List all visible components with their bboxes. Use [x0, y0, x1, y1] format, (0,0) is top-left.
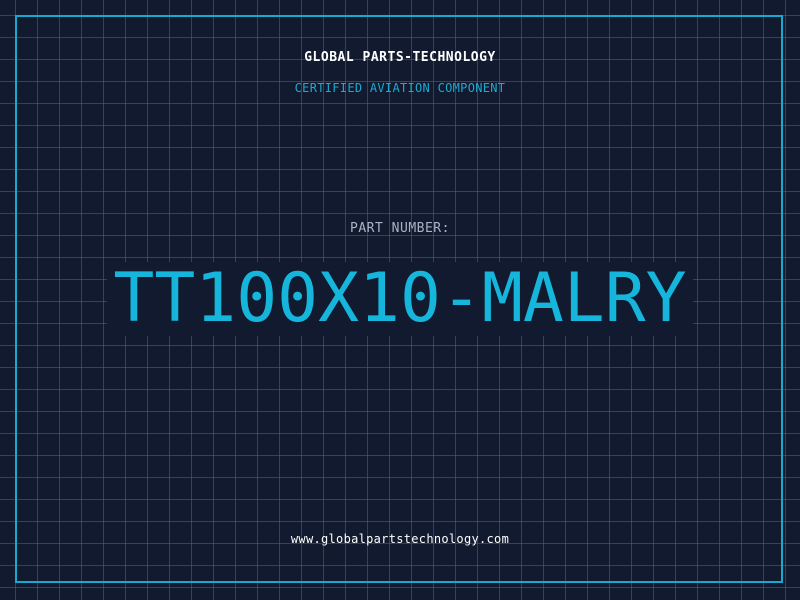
part-number-value: TT100X10-MALRY: [107, 262, 693, 336]
part-number-label: PART NUMBER:: [350, 221, 450, 236]
part-number-container: TT100X10-MALRY: [0, 262, 800, 336]
label-canvas: GLOBAL PARTS-TECHNOLOGY CERTIFIED AVIATI…: [0, 0, 800, 600]
brand-name: GLOBAL PARTS-TECHNOLOGY: [304, 50, 496, 65]
tagline: CERTIFIED AVIATION COMPONENT: [294, 81, 506, 95]
website-url: www.globalpartstechnology.com: [290, 532, 510, 546]
